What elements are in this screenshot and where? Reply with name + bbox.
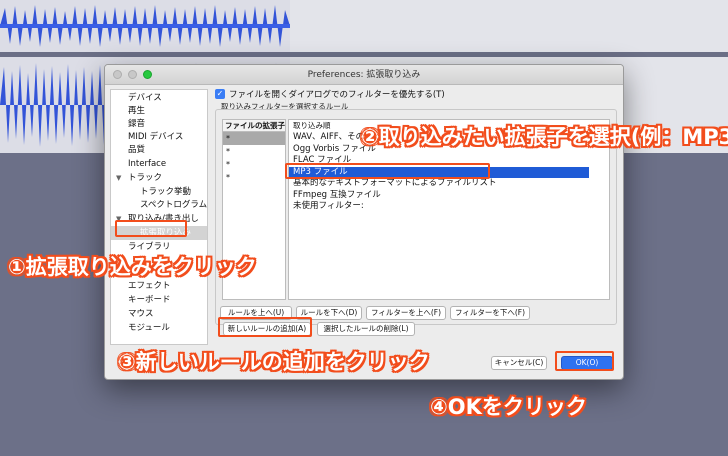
list-item[interactable]: *: [223, 158, 285, 171]
sidebar-item-spectrogram[interactable]: スペクトログラム: [111, 198, 207, 212]
highlight-ok: [555, 351, 614, 371]
sidebar-item-label: トラック: [128, 173, 163, 183]
sidebar-item-tracks[interactable]: ▼ トラック: [111, 171, 207, 185]
minimize-window-button[interactable]: [128, 70, 137, 79]
filter-up-button[interactable]: フィルターを上へ(F): [366, 306, 446, 320]
sidebar-item-label: マウス: [128, 309, 154, 319]
sidebar-item-quality[interactable]: 品質: [111, 143, 207, 157]
sidebar-item-label: Interface: [128, 159, 167, 169]
annotation-step3: ③新しいルールの追加をクリック: [118, 350, 430, 374]
sidebar-item-playback[interactable]: 再生: [111, 104, 207, 118]
filter-down-button[interactable]: フィルターを下へ(F): [450, 306, 530, 320]
sidebar-item-devices[interactable]: デバイス: [111, 91, 207, 105]
sidebar-item-label: 品質: [128, 145, 146, 155]
sidebar-item-label: デバイス: [128, 93, 162, 103]
sidebar-item-effects[interactable]: エフェクト: [111, 279, 207, 293]
sidebar-item-track-behavior[interactable]: トラック挙動: [111, 185, 207, 199]
sidebar-item-label: 録音: [128, 119, 146, 129]
disclosure-triangle-icon[interactable]: ▼: [116, 171, 126, 185]
zoom-window-button[interactable]: [143, 70, 152, 79]
sidebar-item-label: MIDI デバイス: [128, 132, 184, 142]
filter-priority-checkbox[interactable]: ✓: [215, 89, 225, 99]
waveform-1: [0, 5, 290, 47]
sidebar-item-interface[interactable]: Interface: [111, 157, 207, 171]
sidebar-item-label: スペクトログラム: [140, 200, 208, 210]
list-item[interactable]: *: [223, 132, 285, 145]
sidebar-item-label: エフェクト: [128, 281, 171, 291]
sidebar-item-keyboard[interactable]: キーボード: [111, 293, 207, 307]
sidebar-item-label: トラック挙動: [140, 187, 192, 197]
cancel-button[interactable]: キャンセル(C): [491, 356, 547, 370]
close-window-button[interactable]: [113, 70, 122, 79]
sidebar-item-recording[interactable]: 録音: [111, 117, 207, 131]
audio-track-1[interactable]: [0, 0, 728, 52]
window-controls: [113, 70, 152, 79]
annotation-step4: ④OKをクリック: [430, 395, 587, 419]
filter-priority-label: ファイルを開くダイアログでのフィルターを優先する(T): [229, 90, 445, 100]
list-item[interactable]: *: [223, 171, 285, 184]
annotation-step1: ①拡張取り込みをクリック: [8, 255, 257, 279]
sidebar-item-label: 再生: [128, 106, 146, 116]
sidebar-item-mouse[interactable]: マウス: [111, 307, 207, 321]
sidebar-item-midi-devices[interactable]: MIDI デバイス: [111, 130, 207, 144]
sidebar-item-label: キーボード: [128, 295, 171, 305]
extension-column-header[interactable]: ファイルの拡張子: [223, 120, 285, 132]
annotation-step2: ②取り込みたい拡張子を選択(例：MP3): [361, 125, 728, 149]
list-item[interactable]: FFmpeg 互換ファイル: [289, 190, 609, 202]
highlight-extended-import: [115, 220, 187, 237]
preferences-category-tree[interactable]: デバイス 再生 録音 MIDI デバイス 品質 Interface ▼ トラック …: [110, 89, 208, 345]
filter-priority-option[interactable]: ✓ ファイルを開くダイアログでのフィルターを優先する(T): [215, 88, 445, 100]
sidebar-item-label: モジュール: [128, 323, 170, 333]
dialog-titlebar[interactable]: Preferences: 拡張取り込み: [105, 65, 623, 85]
list-item[interactable]: 未使用フィルター:: [289, 201, 609, 213]
highlight-mp3-row: [285, 163, 490, 179]
sidebar-item-modules[interactable]: モジュール: [111, 321, 207, 335]
list-item[interactable]: 基本的なテキストフォーマットによるファイルリスト: [289, 178, 609, 190]
empty-track-area-1: [290, 0, 728, 52]
dialog-title: Preferences: 拡張取り込み: [307, 70, 421, 80]
delete-rule-button[interactable]: 選択したルールの削除(L): [317, 322, 415, 336]
highlight-add-rule: [218, 317, 312, 337]
list-item[interactable]: *: [223, 145, 285, 158]
